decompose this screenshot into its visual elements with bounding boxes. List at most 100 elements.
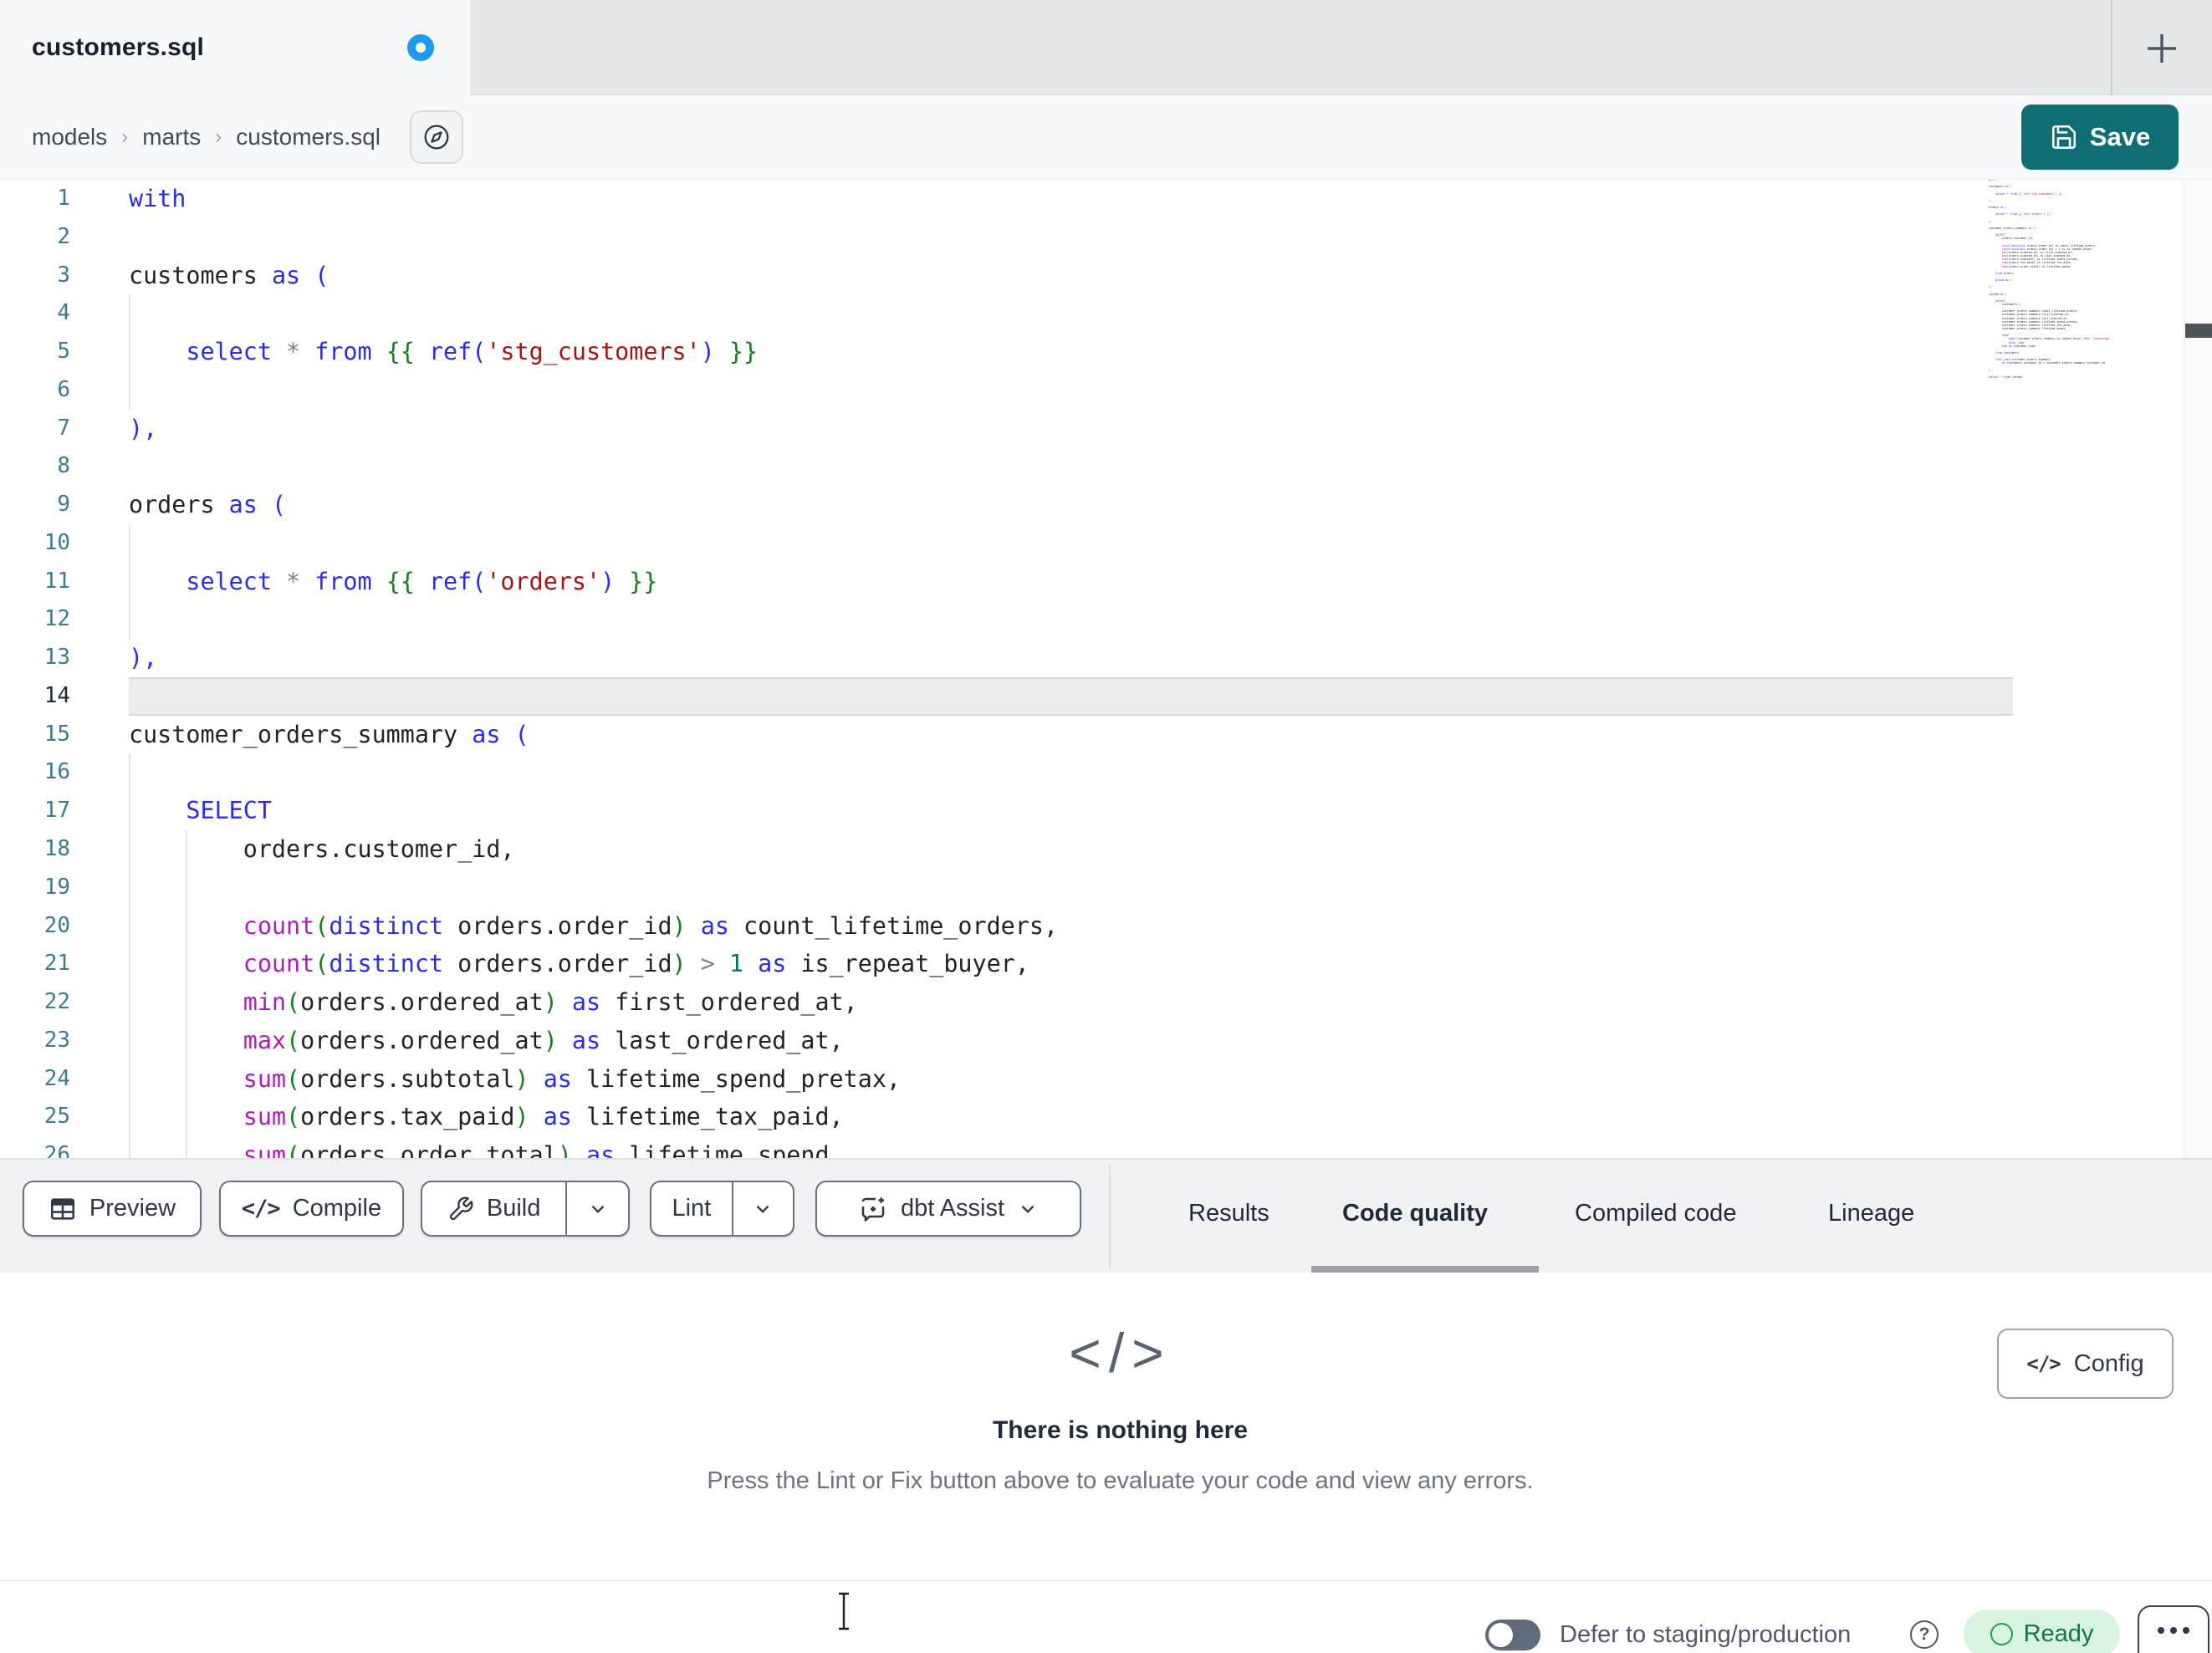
code-row[interactable]: 13), (0, 639, 2212, 677)
code-row[interactable]: 23 max(orders.ordered_at) as last_ordere… (0, 1022, 2212, 1060)
code-line[interactable] (129, 676, 2013, 716)
line-number: 24 (43, 1065, 70, 1091)
code-row[interactable]: 9 orders as ( (0, 486, 2212, 524)
code-line[interactable]: count(distinct orders.order_id) > 1 as i… (129, 945, 2013, 983)
dbt-ide-window: customers.sql models › marts › customers… (0, 0, 2212, 1653)
breadcrumb-row: models › marts › customers.sql Save (0, 95, 2212, 180)
code-row[interactable]: 18 orders.customer_id, (0, 830, 2212, 869)
new-tab-button[interactable] (2128, 15, 2195, 82)
code-row[interactable]: 5 select * from {{ ref('stg_customers') … (0, 333, 2212, 371)
chevron-down-icon (1021, 1205, 1034, 1213)
code-row[interactable]: 16 (0, 753, 2212, 792)
code-row[interactable]: 22 min(orders.ordered_at) as first_order… (0, 983, 2212, 1022)
code-row[interactable]: 14 (0, 676, 2212, 716)
line-number: 7 (57, 415, 70, 441)
code-line[interactable] (129, 447, 2013, 486)
tab-compiled-code[interactable]: Compiled code (1575, 1160, 1736, 1267)
code-line[interactable] (129, 869, 2013, 907)
line-number: 5 (57, 339, 70, 365)
code-line[interactable] (129, 753, 2013, 792)
code-row[interactable]: 1 with (0, 180, 2212, 218)
code-line[interactable]: max(orders.ordered_at) as last_ordered_a… (129, 1022, 2013, 1060)
minimap[interactable]: with customers as ( select * from {{ ref… (1989, 180, 2184, 384)
code-line[interactable]: sum(orders.subtotal) as lifetime_spend_p… (129, 1060, 2013, 1099)
code-row[interactable]: 19 (0, 869, 2212, 907)
line-number: 8 (57, 453, 70, 479)
line-number: 9 (57, 492, 70, 518)
file-tab-customers-sql[interactable]: customers.sql (0, 0, 470, 95)
code-row[interactable]: 21 count(distinct orders.order_id) > 1 a… (0, 945, 2212, 983)
code-row[interactable]: 17 SELECT (0, 792, 2212, 830)
code-line[interactable]: with (129, 180, 2013, 218)
code-line[interactable] (129, 294, 2013, 333)
code-brackets-icon: </> (1069, 1322, 1172, 1384)
code-line[interactable]: ), (129, 410, 2013, 448)
line-number: 14 (43, 682, 70, 708)
sql-editor[interactable]: 1 with 2 3 customers as (4 5 select * from … (0, 180, 2212, 1158)
build-dropdown-button[interactable] (567, 1182, 628, 1235)
breadcrumb: models › marts › customers.sql (32, 95, 381, 179)
code-row[interactable]: 20 count(distinct orders.order_id) as co… (0, 907, 2212, 946)
code-row[interactable]: 12 (0, 600, 2212, 639)
line-number: 2 (57, 223, 70, 249)
code-line[interactable]: sum(orders.tax_paid) as lifetime_tax_pai… (129, 1098, 2013, 1136)
build-button[interactable]: Build (422, 1182, 565, 1235)
code-row[interactable]: 24 sum(orders.subtotal) as lifetime_spen… (0, 1060, 2212, 1099)
code-line[interactable] (129, 524, 2013, 563)
code-line[interactable]: count(distinct orders.order_id) as count… (129, 907, 2013, 946)
chat-sparkle-icon (861, 1196, 885, 1222)
chevron-down-icon (757, 1205, 769, 1213)
line-number: 21 (43, 951, 70, 977)
code-line[interactable]: customer_orders_summary as ( (129, 716, 2013, 754)
empty-state: </> There is nothing here Press the Lint… (28, 1273, 2212, 1495)
ellipsis-icon (2170, 1627, 2177, 1634)
code-line[interactable]: SELECT (129, 792, 2013, 830)
defer-toggle[interactable] (1485, 1620, 1540, 1650)
code-row[interactable]: 15 customer_orders_summary as ( (0, 716, 2212, 754)
code-row[interactable]: 26 sum(orders.order_total) as lifetime_s… (0, 1136, 2212, 1158)
code-line[interactable] (129, 371, 2013, 410)
code-row[interactable]: 2 (0, 218, 2212, 257)
dbt-assist-button[interactable]: dbt Assist (815, 1181, 1081, 1237)
lint-button[interactable]: Lint (651, 1182, 732, 1235)
editor-scrollbar-thumb[interactable] (2185, 324, 2212, 338)
config-button[interactable]: </> Config (1997, 1329, 2174, 1399)
tab-lineage[interactable]: Lineage (1828, 1160, 1914, 1267)
code-line[interactable]: orders as ( (129, 486, 2013, 524)
tab-results[interactable]: Results (1188, 1160, 1269, 1267)
code-row[interactable]: 8 (0, 447, 2212, 486)
code-row[interactable]: 6 (0, 371, 2212, 410)
line-number: 13 (43, 645, 70, 671)
code-row[interactable]: 10 (0, 524, 2212, 563)
line-number: 20 (43, 912, 70, 938)
code-line[interactable] (129, 218, 2013, 257)
breadcrumb-item-file[interactable]: customers.sql (236, 124, 381, 151)
code-line[interactable] (129, 600, 2013, 639)
code-row[interactable]: 4 (0, 294, 2212, 333)
code-row[interactable]: 25 sum(orders.tax_paid) as lifetime_tax_… (0, 1098, 2212, 1136)
code-line[interactable]: select * from {{ ref('stg_customers') }} (129, 333, 2013, 371)
tab-code-quality[interactable]: Code quality (1342, 1160, 1488, 1267)
preview-button[interactable]: Preview (23, 1181, 202, 1237)
lineage-navigate-button[interactable] (410, 110, 463, 164)
help-icon[interactable]: ? (1910, 1620, 1939, 1649)
compile-button[interactable]: </> Compile (219, 1181, 404, 1237)
breadcrumb-item-marts[interactable]: marts (142, 124, 201, 151)
code-line[interactable]: select * from {{ ref('orders') }} (129, 563, 2013, 601)
tab-results-label: Results (1188, 1199, 1269, 1227)
code-line[interactable]: orders.customer_id, (129, 830, 2013, 869)
file-tab-label: customers.sql (32, 33, 205, 61)
code-row[interactable]: 3 customers as ( (0, 257, 2212, 295)
code-brackets-icon: </> (2026, 1352, 2061, 1375)
more-options-button[interactable] (2138, 1605, 2209, 1653)
code-line[interactable]: sum(orders.order_total) as lifetime_spen… (129, 1136, 2013, 1158)
code-line[interactable]: min(orders.ordered_at) as first_ordered_… (129, 983, 2013, 1022)
line-number: 1 (57, 186, 70, 211)
code-line[interactable]: ), (129, 639, 2013, 677)
code-row[interactable]: 7), (0, 410, 2212, 448)
save-button[interactable]: Save (2021, 105, 2179, 170)
code-row[interactable]: 11 select * from {{ ref('orders') }} (0, 563, 2212, 601)
lint-dropdown-button[interactable] (733, 1182, 793, 1235)
code-line[interactable]: customers as ( (129, 257, 2013, 295)
breadcrumb-item-models[interactable]: models (32, 124, 107, 151)
